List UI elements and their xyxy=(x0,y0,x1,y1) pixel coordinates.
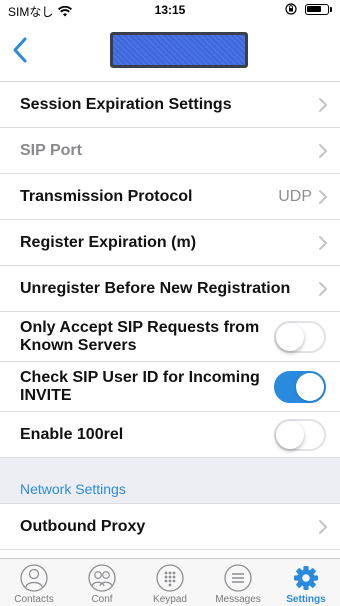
section-header-network-settings: Network Settings xyxy=(0,458,340,504)
tab-keypad[interactable]: Keypad xyxy=(136,559,204,606)
back-button[interactable] xyxy=(10,36,36,66)
tab-label: Keypad xyxy=(153,594,187,605)
tab-bar: Contacts Conf Keypad Messages Settings xyxy=(0,558,340,606)
toggle-knob xyxy=(276,421,304,449)
row-register-expiration[interactable]: Register Expiration (m) xyxy=(0,220,340,266)
row-only-accept-known-servers: Only Accept SIP Requests from Known Serv… xyxy=(0,312,340,362)
message-icon xyxy=(224,564,252,592)
keypad-icon xyxy=(156,564,184,592)
chevron-right-icon xyxy=(319,190,328,204)
group-icon xyxy=(88,564,116,592)
check-sip-user-id-toggle[interactable] xyxy=(274,371,326,403)
enable-100rel-toggle[interactable] xyxy=(274,419,326,451)
person-icon xyxy=(20,564,48,592)
tab-settings[interactable]: Settings xyxy=(272,559,340,606)
protocol-value: UDP xyxy=(278,188,312,205)
row-label: Outbound Proxy xyxy=(20,518,146,535)
redacted-title xyxy=(110,32,248,68)
chevron-right-icon xyxy=(319,520,328,534)
row-transmission-protocol[interactable]: Transmission Protocol UDP xyxy=(0,174,340,220)
row-label: Check SIP User ID for Incoming INVITE xyxy=(20,369,260,404)
tab-conf[interactable]: Conf xyxy=(68,559,136,606)
row-sip-port[interactable]: SIP Port xyxy=(0,128,340,174)
status-right xyxy=(285,3,332,15)
row-label: Enable 100rel xyxy=(20,426,124,443)
settings-list: Session Expiration Settings SIP Port Tra… xyxy=(0,82,340,596)
row-label: Register Expiration (m) xyxy=(20,234,197,251)
row-label: Session Expiration Settings xyxy=(20,96,232,113)
navigation-bar xyxy=(0,20,340,82)
orientation-lock-icon xyxy=(285,3,297,15)
chevron-left-icon xyxy=(13,37,27,63)
row-label: Unregister Before New Registration xyxy=(20,280,291,297)
tab-contacts[interactable]: Contacts xyxy=(0,559,68,606)
tab-label: Conf xyxy=(91,594,113,605)
chevron-right-icon xyxy=(319,236,328,250)
status-bar: SIMなし 13:15 xyxy=(0,0,340,20)
battery-icon xyxy=(305,3,329,15)
battery-tip xyxy=(330,6,332,12)
tab-label: Messages xyxy=(215,594,261,605)
row-label: Only Accept SIP Requests from Known Serv… xyxy=(20,319,260,354)
row-check-sip-user-id: Check SIP User ID for Incoming INVITE xyxy=(0,362,340,412)
tab-label: Contacts xyxy=(14,594,54,605)
toggle-knob xyxy=(276,323,304,351)
chevron-right-icon xyxy=(319,282,328,296)
row-label: Transmission Protocol xyxy=(20,188,193,205)
chevron-right-icon xyxy=(319,144,328,158)
tab-label: Settings xyxy=(286,594,326,605)
row-outbound-proxy[interactable]: Outbound Proxy xyxy=(0,504,340,550)
chevron-right-icon xyxy=(319,98,328,112)
toggle-knob xyxy=(296,373,324,401)
row-unregister-before-new-registration[interactable]: Unregister Before New Registration xyxy=(0,266,340,312)
gear-icon xyxy=(294,566,318,590)
row-session-expiration-settings[interactable]: Session Expiration Settings xyxy=(0,82,340,128)
row-label: SIP Port xyxy=(20,142,82,159)
known-servers-toggle[interactable] xyxy=(274,321,326,353)
tab-messages[interactable]: Messages xyxy=(204,559,272,606)
section-title: Network Settings xyxy=(20,481,126,497)
row-enable-100rel: Enable 100rel xyxy=(0,412,340,458)
